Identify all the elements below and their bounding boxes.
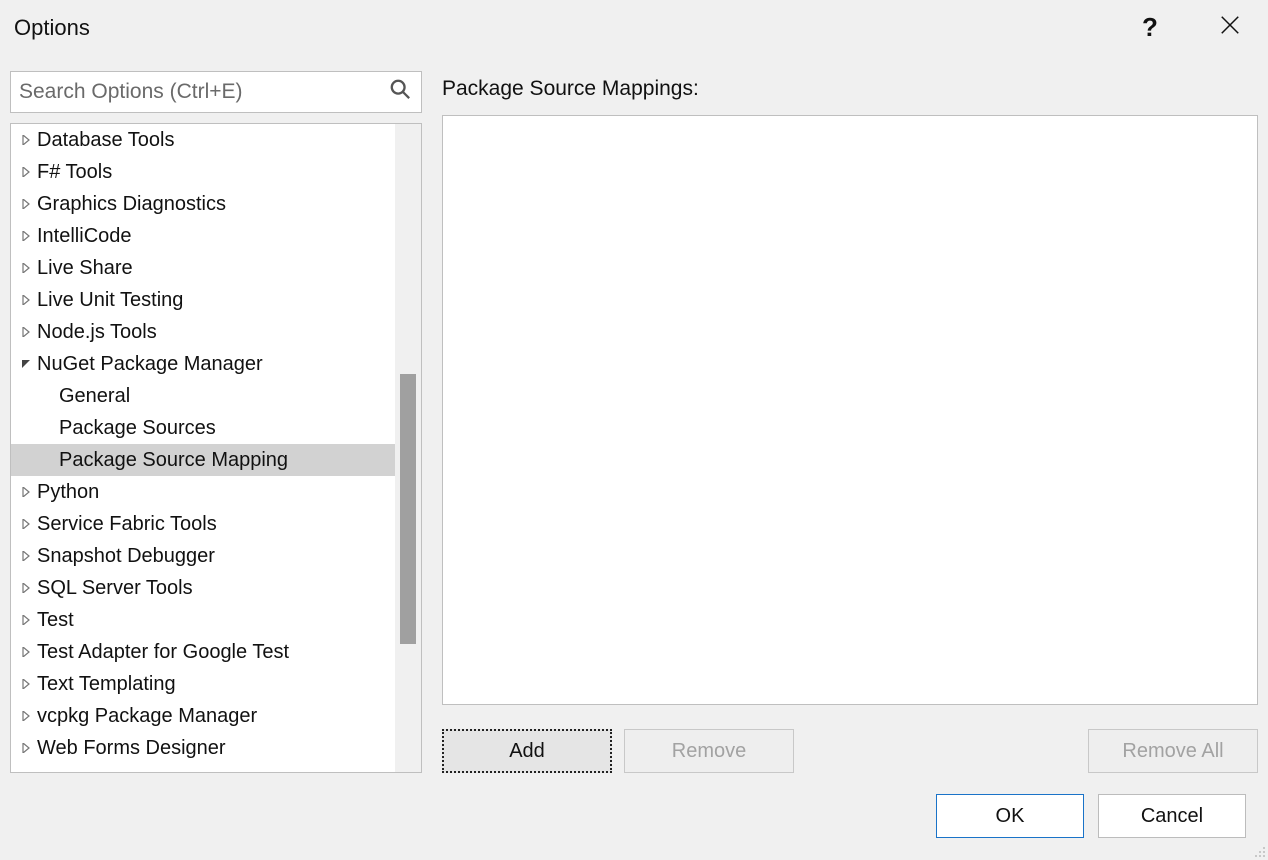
mappings-list[interactable]: [442, 115, 1258, 705]
tree-item-label: Web Forms Designer: [37, 737, 226, 760]
tree-item-label: Live Share: [37, 257, 133, 280]
expand-icon: [17, 135, 35, 145]
tree-item-label: Node.js Tools: [37, 321, 157, 344]
expand-icon: [17, 519, 35, 529]
tree-item[interactable]: F# Tools: [11, 156, 421, 188]
mappings-button-row: Add Remove Remove All: [442, 729, 1258, 773]
remove-button[interactable]: Remove: [624, 729, 794, 773]
tree-item[interactable]: Snapshot Debugger: [11, 540, 421, 572]
tree-item-label: Text Templating: [37, 673, 176, 696]
expand-icon: [17, 487, 35, 497]
tree-item-label: Graphics Diagnostics: [37, 193, 226, 216]
dialog-title: Options: [14, 15, 90, 41]
right-panel: Package Source Mappings: Add Remove Remo…: [442, 71, 1258, 773]
expand-icon: [17, 327, 35, 337]
tree-item[interactable]: NuGet Package Manager: [11, 348, 421, 380]
tree-item[interactable]: Package Sources: [11, 412, 421, 444]
tree-item-label: Test: [37, 609, 74, 632]
tree-item-label: F# Tools: [37, 161, 112, 184]
tree-item-label: Python: [37, 481, 99, 504]
tree-item-label: Snapshot Debugger: [37, 545, 215, 568]
tree-item-label: Test Adapter for Google Test: [37, 641, 289, 664]
scrollbar[interactable]: [395, 124, 421, 772]
scrollbar-thumb[interactable]: [400, 374, 416, 644]
resize-grip[interactable]: [1250, 842, 1266, 858]
cancel-button[interactable]: Cancel: [1098, 794, 1246, 838]
tree-item[interactable]: vcpkg Package Manager: [11, 700, 421, 732]
tree-item[interactable]: Test: [11, 604, 421, 636]
tree-item[interactable]: Database Tools: [11, 124, 421, 156]
tree-item[interactable]: Python: [11, 476, 421, 508]
add-button[interactable]: Add: [442, 729, 612, 773]
dialog-footer: OK Cancel: [936, 794, 1246, 838]
tree-item[interactable]: Web Forms Designer: [11, 732, 421, 764]
tree-item[interactable]: Live Unit Testing: [11, 284, 421, 316]
tree-item-label: IntelliCode: [37, 225, 132, 248]
expand-icon: [17, 263, 35, 273]
tree-item-label: Live Unit Testing: [37, 289, 183, 312]
tree-item[interactable]: Text Templating: [11, 668, 421, 700]
help-icon: ?: [1142, 12, 1158, 42]
titlebar: Options ?: [0, 0, 1268, 55]
tree-item-label: Service Fabric Tools: [37, 513, 217, 536]
tree-item-label: NuGet Package Manager: [37, 353, 263, 376]
expand-icon: [17, 711, 35, 721]
search-box: [10, 71, 422, 113]
tree-item[interactable]: General: [11, 380, 421, 412]
tree-item-label: General: [59, 385, 130, 408]
tree-item-label: Database Tools: [37, 129, 175, 152]
close-icon: [1219, 20, 1241, 41]
content: Database Tools F# Tools Graphics Diagnosti…: [0, 55, 1268, 773]
expand-icon: [17, 615, 35, 625]
tree-item-label: SQL Server Tools: [37, 577, 193, 600]
expand-icon: [17, 583, 35, 593]
tree-item-label: vcpkg Package Manager: [37, 705, 257, 728]
tree-item-label: Package Source Mapping: [59, 449, 288, 472]
tree-item[interactable]: IntelliCode: [11, 220, 421, 252]
expand-icon: [17, 679, 35, 689]
search-icon: [389, 78, 411, 106]
expand-icon: [17, 551, 35, 561]
ok-button[interactable]: OK: [936, 794, 1084, 838]
help-button[interactable]: ?: [1130, 12, 1170, 43]
tree-item[interactable]: Test Adapter for Google Test: [11, 636, 421, 668]
expand-icon: [17, 743, 35, 753]
left-panel: Database Tools F# Tools Graphics Diagnosti…: [10, 71, 422, 773]
search-input[interactable]: [19, 80, 389, 104]
tree-item[interactable]: Package Source Mapping: [11, 444, 421, 476]
tree-item-label: Package Sources: [59, 417, 216, 440]
expand-icon: [17, 647, 35, 657]
titlebar-controls: ?: [1130, 12, 1250, 43]
expand-icon: [17, 167, 35, 177]
tree-item[interactable]: SQL Server Tools: [11, 572, 421, 604]
expand-icon: [17, 231, 35, 241]
expand-icon: [17, 295, 35, 305]
close-button[interactable]: [1210, 14, 1250, 42]
expand-icon: [17, 199, 35, 209]
mappings-heading: Package Source Mappings:: [442, 77, 1258, 101]
tree-item[interactable]: Service Fabric Tools: [11, 508, 421, 540]
tree-item[interactable]: Graphics Diagnostics: [11, 188, 421, 220]
collapse-icon: [17, 359, 35, 369]
tree-item[interactable]: Live Share: [11, 252, 421, 284]
options-tree: Database Tools F# Tools Graphics Diagnosti…: [10, 123, 422, 773]
remove-all-button[interactable]: Remove All: [1088, 729, 1258, 773]
tree-item[interactable]: Node.js Tools: [11, 316, 421, 348]
